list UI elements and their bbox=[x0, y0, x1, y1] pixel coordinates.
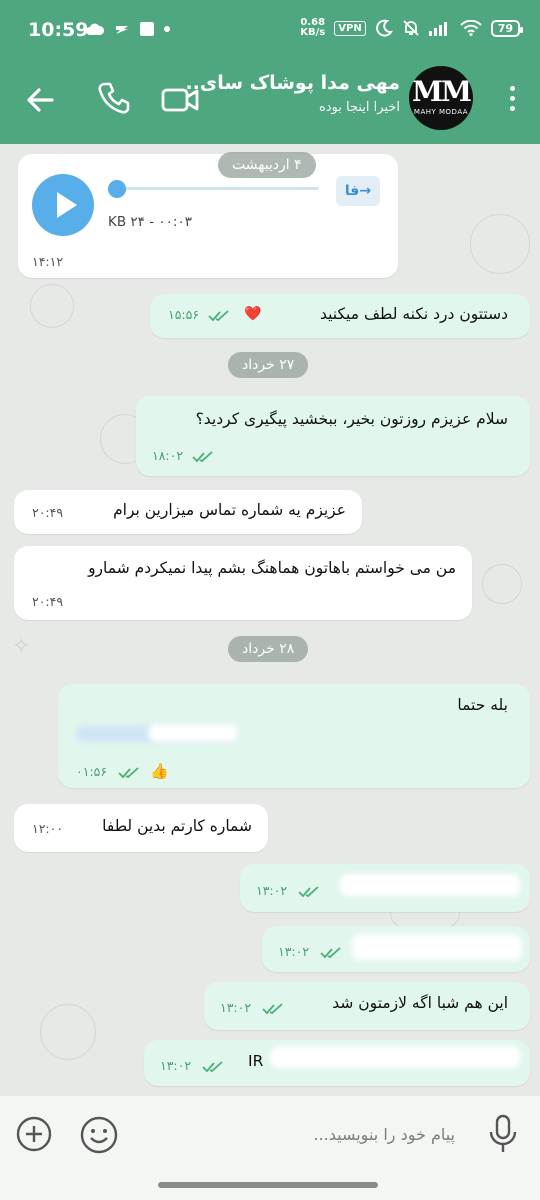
message-time: ۱۳:۰۲ bbox=[160, 1058, 192, 1073]
incoming-message[interactable]: شماره کارتم بدین لطفا ۱۲:۰۰ bbox=[14, 804, 268, 852]
home-indicator[interactable] bbox=[158, 1182, 378, 1188]
double-check-icon bbox=[208, 310, 229, 322]
date-separator: ۲۷ خرداد bbox=[228, 352, 309, 378]
audio-progress-track[interactable] bbox=[114, 187, 319, 190]
transcribe-label: فا bbox=[344, 183, 360, 199]
audio-progress-handle[interactable] bbox=[108, 180, 126, 198]
more-options-icon[interactable] bbox=[508, 86, 516, 114]
message-text: من می خواستم باهاتون هماهنگ بشم پیدا نمی… bbox=[88, 559, 456, 577]
message-input[interactable] bbox=[140, 1118, 455, 1150]
avatar[interactable]: MM MAHY MODAA bbox=[409, 66, 473, 130]
message-time: ۱۳:۰۲ bbox=[278, 944, 310, 959]
transcribe-button[interactable]: فا→ bbox=[336, 176, 380, 206]
message-text: سلام عزیزم روزتون بخیر، ببخشید پیگیری کر… bbox=[195, 410, 508, 428]
wallpaper-star: ✧ bbox=[12, 634, 31, 659]
status-time: 10:59 bbox=[28, 19, 89, 41]
battery-indicator: 79 bbox=[490, 19, 524, 37]
message-text: این هم شبا اگه لازمتون شد bbox=[332, 994, 508, 1012]
double-check-icon bbox=[202, 1061, 223, 1073]
avatar-brand-text: MAHY MODAA bbox=[413, 108, 469, 116]
square-notification-icon bbox=[140, 22, 154, 36]
message-time: ۱۳:۰۲ bbox=[256, 883, 288, 898]
redacted-content bbox=[148, 724, 238, 742]
date-separator: ۴ اردیبهشت bbox=[218, 152, 316, 178]
thumbs-up-reaction[interactable]: 👍 bbox=[150, 762, 169, 780]
wallpaper-doodle bbox=[482, 564, 522, 604]
phone-call-icon[interactable] bbox=[96, 80, 132, 116]
message-time: ۱۴:۱۲ bbox=[32, 254, 64, 269]
avatar-logo-text: MM bbox=[412, 75, 472, 108]
message-time: ۰۱:۵۶ bbox=[76, 764, 108, 779]
outgoing-message[interactable]: این هم شبا اگه لازمتون شد ۱۳:۰۲ bbox=[204, 982, 530, 1030]
signal-icon bbox=[428, 22, 447, 36]
chat-header: مهی مدا پوشاک سای.. اخیرا اینجا بوده MM … bbox=[0, 64, 540, 144]
vpn-badge: VPN bbox=[334, 20, 366, 36]
incoming-message[interactable]: عزیزم یه شماره تماس میزارین برام ۲۰:۴۹ bbox=[14, 490, 362, 534]
outgoing-message[interactable]: IR ۱۳:۰۲ bbox=[144, 1040, 530, 1086]
date-separator: ۲۸ خرداد bbox=[228, 636, 309, 662]
redacted-content bbox=[270, 1046, 520, 1068]
double-check-icon bbox=[262, 1003, 283, 1015]
chat-title: مهی مدا پوشاک سای.. bbox=[185, 72, 400, 94]
status-bar: 10:59 0.68 KB/s VPN 79 bbox=[0, 0, 540, 64]
message-time: ۱۳:۰۲ bbox=[220, 1000, 252, 1015]
speed-unit: KB/s bbox=[300, 27, 326, 38]
double-check-icon bbox=[298, 886, 319, 898]
redacted-content bbox=[340, 874, 520, 896]
wallpaper-doodle bbox=[30, 284, 74, 328]
voice-message-bubble[interactable]: ۰۰:۰۳ - ۲۴ KB فا→ ۱۴:۱۲ bbox=[18, 154, 398, 278]
message-input-bar bbox=[0, 1096, 540, 1200]
heart-reaction-emoji: ❤️ bbox=[244, 306, 262, 322]
more-dot-icon bbox=[164, 26, 170, 32]
play-button[interactable] bbox=[32, 174, 94, 236]
message-text: IR bbox=[248, 1052, 264, 1070]
message-time: ۲۰:۴۹ bbox=[32, 505, 64, 520]
message-text: دستتون درد نکنه لطف میکنید bbox=[319, 305, 508, 323]
double-check-icon bbox=[192, 451, 213, 463]
outgoing-message[interactable]: سلام عزیزم روزتون بخیر، ببخشید پیگیری کر… bbox=[136, 396, 530, 476]
outgoing-message[interactable]: ۱۳:۰۲ bbox=[262, 926, 530, 972]
cloud-icon bbox=[86, 23, 104, 35]
chat-info[interactable]: مهی مدا پوشاک سای.. اخیرا اینجا بوده bbox=[180, 72, 400, 115]
double-check-icon bbox=[320, 947, 341, 959]
message-time: ۲۰:۴۹ bbox=[32, 594, 64, 609]
wallpaper-doodle bbox=[40, 1004, 96, 1060]
app-notification-icon bbox=[116, 26, 128, 34]
outgoing-message[interactable]: ۱۳:۰۲ bbox=[240, 864, 530, 912]
message-text: بله حتما bbox=[457, 696, 508, 714]
redacted-content bbox=[352, 934, 522, 960]
message-text: عزیزم یه شماره تماس میزارین برام bbox=[113, 501, 346, 519]
network-speed: 0.68 KB/s bbox=[300, 18, 325, 38]
microphone-icon[interactable] bbox=[488, 1114, 518, 1154]
wallpaper-doodle bbox=[470, 214, 530, 274]
status-right-icons: 0.68 KB/s VPN 79 bbox=[300, 18, 524, 38]
chat-last-seen: اخیرا اینجا بوده bbox=[318, 100, 400, 115]
audio-duration-size: ۰۰:۰۳ - ۲۴ KB bbox=[108, 214, 192, 230]
message-time: ۱۲:۰۰ bbox=[32, 821, 64, 836]
moon-icon bbox=[375, 19, 393, 37]
muted-bell-icon bbox=[403, 20, 419, 36]
wifi-icon bbox=[459, 20, 482, 36]
status-left-icons bbox=[86, 22, 170, 36]
chat-area[interactable]: ✦ ✧ ✦ ۰۰:۰۳ - ۲۴ KB فا→ ۱۴:۱۲ ۴ اردیبهشت… bbox=[0, 144, 540, 1096]
add-attachment-icon[interactable] bbox=[16, 1116, 52, 1152]
emoji-icon[interactable] bbox=[80, 1116, 118, 1154]
message-text: شماره کارتم بدین لطفا bbox=[102, 817, 252, 835]
incoming-message[interactable]: من می خواستم باهاتون هماهنگ بشم پیدا نمی… bbox=[14, 546, 472, 620]
message-time: ۱۵:۵۶ bbox=[168, 307, 200, 322]
transcribe-arrow-icon: → bbox=[359, 183, 372, 199]
outgoing-message[interactable]: دستتون درد نکنه لطف میکنید ❤️ ۱۵:۵۶ bbox=[150, 294, 530, 338]
back-arrow-icon[interactable] bbox=[24, 84, 56, 116]
outgoing-message[interactable]: بله حتما ۰۱:۵۶ 👍 bbox=[58, 684, 530, 788]
message-time: ۱۸:۰۲ bbox=[152, 448, 184, 463]
double-check-icon bbox=[118, 767, 139, 779]
